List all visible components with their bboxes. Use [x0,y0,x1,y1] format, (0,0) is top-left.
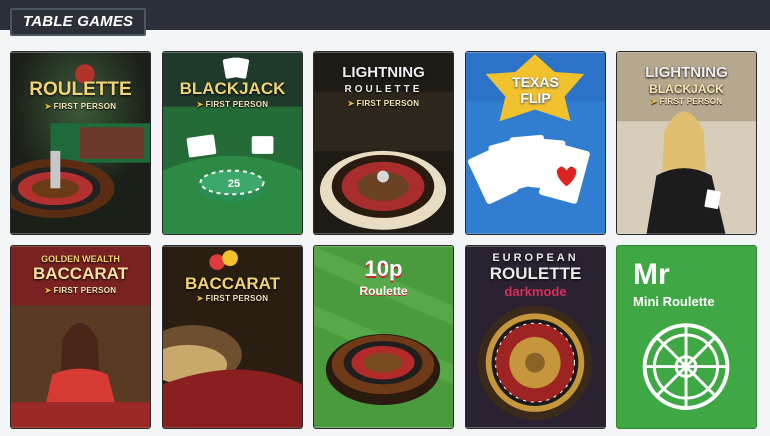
tile-title: ROULETTE [29,79,132,100]
game-tile-texas-flip[interactable]: TEXAS FLIP [465,51,606,235]
tile-subtitle: ➤ FIRST PERSON [196,100,269,109]
tile-title: LIGHTNING [342,64,425,81]
tile-title-line2: BLACKJACK [649,82,724,96]
game-tile-mr-mini-roulette[interactable]: Mr Mini Roulette [616,245,757,429]
game-tile-baccarat-first-person[interactable]: BACCARAT ➤ FIRST PERSON [162,245,303,429]
game-tile-blackjack-first-person[interactable]: BLACKJACK ➤ FIRST PERSON 25 [162,51,303,235]
tile-title-line2: Roulette [359,284,408,298]
tile-title-line2: darkmode [504,284,567,299]
section-title: TABLE GAMES [10,8,147,36]
tile-title: BLACKJACK [179,79,286,98]
tile-top-label: GOLDEN WEALTH [41,254,120,264]
tile-subtitle: ➤ FIRST PERSON [44,286,117,295]
tile-title-line2: Mini Roulette [633,294,715,309]
games-grid: ROULETTE ➤ FIRST PERSON BLACKJACK ➤ FIRST … [10,51,757,431]
tile-top-label: EUROPEAN [492,252,579,264]
chip-value: 25 [227,178,241,190]
tile-title: 10p [364,256,403,281]
game-tile-european-roulette-darkmode[interactable]: EUROPEAN ROULETTE darkmode [465,245,606,429]
tile-title: BACCARAT [32,264,129,283]
tile-title: ROULETTE [489,264,582,283]
game-tile-lightning-blackjack[interactable]: LIGHTNING BLACKJACK ➤ FIRST PERSON [616,51,757,235]
tile-title: BACCARAT [184,274,281,293]
game-tile-golden-wealth-baccarat[interactable]: GOLDEN WEALTH BACCARAT ➤ FIRST PERSON [10,245,151,429]
tile-title: TEXAS [512,74,559,90]
tile-title: Mr [633,258,670,291]
game-tile-roulette-first-person[interactable]: ROULETTE ➤ FIRST PERSON [10,51,151,235]
tile-subtitle: ➤ FIRST PERSON [347,99,420,108]
tile-title-line2: ROULETTE [344,84,423,95]
tile-subtitle: ➤ FIRST PERSON [196,294,269,303]
tile-title-line2: FLIP [520,90,551,106]
tile-subtitle: ➤ FIRST PERSON [650,97,723,106]
game-tile-lightning-roulette[interactable]: LIGHTNING ROULETTE ➤ FIRST PERSON [313,51,454,235]
game-tile-10p-roulette[interactable]: 10p Roulette [313,245,454,429]
tile-title: LIGHTNING [645,64,728,81]
tile-subtitle: ➤ FIRST PERSON [44,102,117,111]
